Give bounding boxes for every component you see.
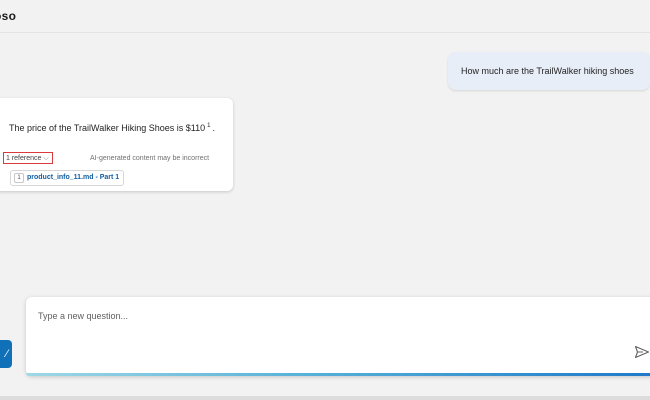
clear-chat-button[interactable]: ⁄ bbox=[0, 340, 12, 368]
answer-period: . bbox=[212, 123, 215, 133]
references-toggle-label: 1 reference bbox=[6, 155, 42, 162]
bottom-divider bbox=[0, 396, 650, 400]
chevron-down-icon: ⌵ bbox=[43, 155, 49, 162]
user-message-bubble: How much are the TrailWalker hiking shoe… bbox=[448, 52, 650, 90]
app-title: oso bbox=[0, 9, 17, 23]
question-box bbox=[26, 297, 650, 376]
send-icon bbox=[634, 345, 650, 359]
app-header: oso bbox=[0, 0, 650, 33]
citation-marker[interactable]: 1 bbox=[207, 123, 210, 129]
question-input[interactable] bbox=[38, 306, 598, 326]
answer-text: The price of the TrailWalker Hiking Shoe… bbox=[9, 123, 215, 133]
input-accent-bar bbox=[26, 373, 650, 376]
send-button[interactable] bbox=[634, 345, 650, 359]
reference-number: 1 bbox=[14, 173, 24, 183]
broom-icon: ⁄ bbox=[6, 348, 8, 360]
reference-chip[interactable]: 1 product_info_11.md - Part 1 bbox=[10, 170, 125, 186]
answer-body: The price of the TrailWalker Hiking Shoe… bbox=[9, 123, 206, 133]
ai-disclaimer: AI-generated content may be incorrect bbox=[90, 155, 210, 162]
answer-card: The price of the TrailWalker Hiking Shoe… bbox=[0, 98, 233, 191]
references-toggle[interactable]: 1 reference ⌵ bbox=[3, 152, 53, 164]
user-message-text: How much are the TrailWalker hiking shoe… bbox=[461, 66, 634, 76]
reference-name: product_info_11.md - Part 1 bbox=[27, 174, 120, 181]
